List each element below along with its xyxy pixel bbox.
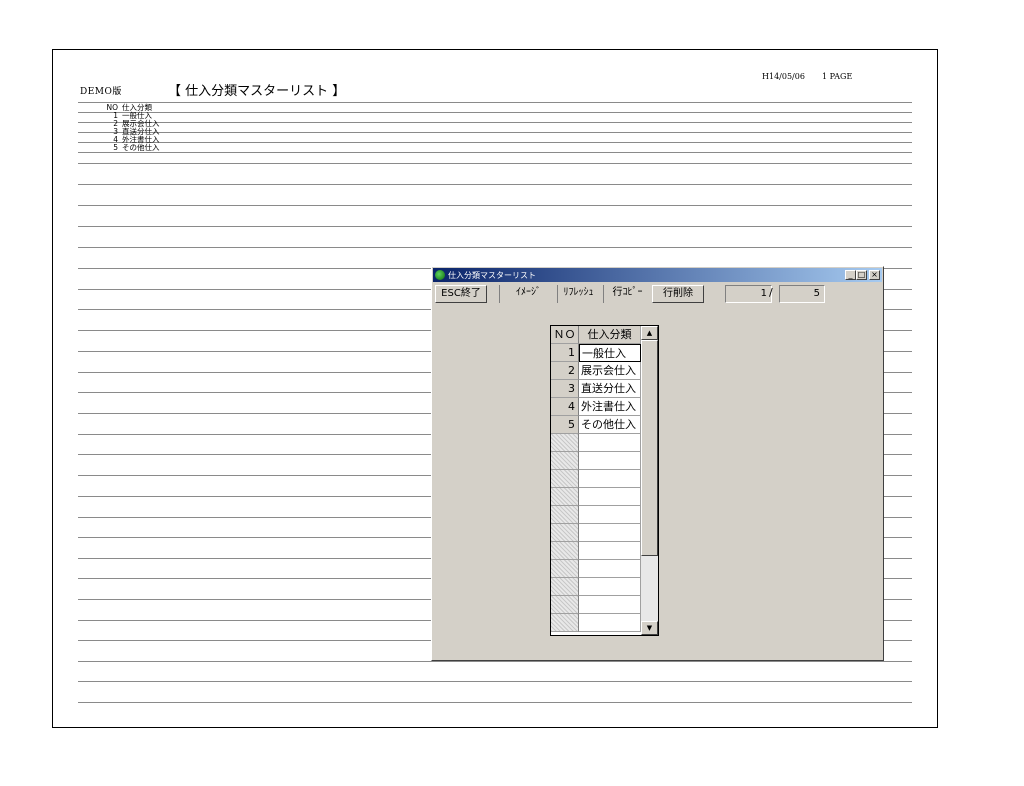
page-total-field: 5 bbox=[779, 285, 825, 303]
report-list: NO 仕入分類 1 一般仕入 2 展示会仕入 3 直送分仕入 4 外注書仕入 5 その他仕… bbox=[90, 104, 160, 152]
grid-vertical-scrollbar[interactable]: ▲ ▼ bbox=[641, 326, 658, 635]
grid-cell-no[interactable] bbox=[551, 542, 579, 560]
ruled-line bbox=[78, 702, 912, 703]
refresh-button[interactable]: ﾘﾌﾚｯｼｭ bbox=[557, 285, 599, 303]
report-row-no: 5 bbox=[113, 143, 118, 152]
page-total: 5 bbox=[813, 288, 820, 299]
grid-cell-no[interactable] bbox=[551, 578, 579, 596]
scroll-up-arrow-icon[interactable]: ▲ bbox=[641, 326, 658, 340]
grid-cell-no[interactable] bbox=[551, 506, 579, 524]
grid-row-empty[interactable] bbox=[551, 488, 641, 506]
report-row: 5 その他仕入 bbox=[90, 143, 160, 152]
copy-row-button[interactable]: 行ｺﾋﾟｰ bbox=[603, 285, 651, 303]
grid-cell-no[interactable]: 2 bbox=[551, 362, 579, 380]
ruled-line bbox=[78, 122, 912, 123]
ruled-line bbox=[78, 132, 912, 133]
ruled-line bbox=[78, 102, 912, 103]
page-current-field: 1 bbox=[725, 285, 772, 303]
grid-row-empty[interactable] bbox=[551, 524, 641, 542]
grid-cell-name[interactable]: 外注書仕入 bbox=[579, 398, 641, 416]
grid-cell-name[interactable] bbox=[579, 578, 641, 596]
scroll-thumb[interactable] bbox=[641, 340, 658, 556]
grid-cell-no[interactable]: 5 bbox=[551, 416, 579, 434]
grid-cell-no[interactable] bbox=[551, 452, 579, 470]
grid-header-no[interactable]: ＮＯ bbox=[551, 326, 579, 344]
grid-row[interactable]: 3 直送分仕入 bbox=[551, 380, 641, 398]
grid-cell-name[interactable] bbox=[579, 452, 641, 470]
grid-cell-no[interactable]: 4 bbox=[551, 398, 579, 416]
close-button[interactable]: × bbox=[869, 270, 880, 280]
scroll-down-arrow-icon[interactable]: ▼ bbox=[641, 621, 658, 635]
grid-cell-name[interactable] bbox=[579, 506, 641, 524]
grid-row-empty[interactable] bbox=[551, 560, 641, 578]
grid-cell-name[interactable] bbox=[579, 542, 641, 560]
category-grid: ＮＯ 仕入分類 1 一般仕入 2 展示会仕入 3 直送分仕入 4 外注書仕入 5… bbox=[550, 325, 659, 636]
ruled-line bbox=[78, 681, 912, 682]
grid-cell-name[interactable] bbox=[579, 470, 641, 488]
window-titlebar[interactable]: 仕入分類マスターリスト _ □ × bbox=[433, 268, 882, 282]
grid-row[interactable]: 5 その他仕入 bbox=[551, 416, 641, 434]
page-separator: / bbox=[769, 286, 773, 299]
ruled-line bbox=[78, 112, 912, 113]
grid-cell-no[interactable] bbox=[551, 524, 579, 542]
grid-cell-name[interactable] bbox=[579, 488, 641, 506]
grid-row-empty[interactable] bbox=[551, 470, 641, 488]
grid-row-empty[interactable] bbox=[551, 452, 641, 470]
grid-row-empty[interactable] bbox=[551, 614, 641, 632]
grid-cell-name[interactable]: 直送分仕入 bbox=[579, 380, 641, 398]
grid-cell-no[interactable] bbox=[551, 560, 579, 578]
grid-row-empty[interactable] bbox=[551, 578, 641, 596]
grid-cell-name[interactable] bbox=[579, 560, 641, 578]
ruled-line bbox=[78, 661, 912, 662]
grid-header-name[interactable]: 仕入分類 bbox=[579, 326, 641, 344]
grid-cell-no[interactable] bbox=[551, 596, 579, 614]
grid-row-empty[interactable] bbox=[551, 542, 641, 560]
page-current: 1 bbox=[760, 288, 767, 299]
grid-row[interactable]: 4 外注書仕入 bbox=[551, 398, 641, 416]
grid-cell-no[interactable] bbox=[551, 470, 579, 488]
esc-exit-button[interactable]: ESC終了 bbox=[435, 285, 487, 303]
ruled-line bbox=[78, 142, 912, 143]
ruled-line bbox=[78, 184, 912, 185]
grid-cell-name[interactable] bbox=[579, 596, 641, 614]
report-edition: DEMO版 bbox=[80, 87, 122, 97]
grid-cell-name[interactable] bbox=[579, 614, 641, 632]
maximize-button[interactable]: □ bbox=[856, 270, 867, 280]
window-title: 仕入分類マスターリスト bbox=[448, 271, 536, 280]
grid-row-empty[interactable] bbox=[551, 434, 641, 452]
grid-row-empty[interactable] bbox=[551, 596, 641, 614]
report-row-name: その他仕入 bbox=[122, 143, 160, 152]
delete-row-button[interactable]: 行削除 bbox=[652, 285, 704, 303]
grid-row[interactable]: 2 展示会仕入 bbox=[551, 362, 641, 380]
grid-cell-no[interactable] bbox=[551, 434, 579, 452]
grid-cell-name[interactable]: 展示会仕入 bbox=[579, 362, 641, 380]
report-page-number: 1 PAGE bbox=[822, 72, 853, 81]
ruled-line bbox=[78, 163, 912, 164]
grid-cell-no[interactable] bbox=[551, 614, 579, 632]
grid-cell-name[interactable]: その他仕入 bbox=[579, 416, 641, 434]
report-date: H14/05/06 bbox=[762, 72, 805, 81]
grid-header-row: ＮＯ 仕入分類 bbox=[551, 326, 641, 344]
grid-cell-no[interactable] bbox=[551, 488, 579, 506]
minimize-button[interactable]: _ bbox=[845, 270, 856, 280]
grid-cell-no[interactable]: 1 bbox=[551, 344, 579, 362]
grid-cell-name[interactable] bbox=[579, 434, 641, 452]
grid-cell-name[interactable]: 一般仕入 bbox=[579, 344, 641, 362]
ruled-line bbox=[78, 152, 912, 153]
toolbar: ESC終了 ｲﾒｰｼﾞ ﾘﾌﾚｯｼｭ 行ｺﾋﾟｰ 行削除 1 / 5 bbox=[433, 284, 882, 304]
ruled-line bbox=[78, 226, 912, 227]
image-button[interactable]: ｲﾒｰｼﾞ bbox=[499, 285, 557, 303]
ruled-line bbox=[78, 205, 912, 206]
report-title: 【 仕入分類マスターリスト 】 bbox=[168, 84, 346, 99]
master-list-window: 仕入分類マスターリスト _ □ × ESC終了 ｲﾒｰｼﾞ ﾘﾌﾚｯｼｭ 行ｺﾋ… bbox=[431, 266, 884, 661]
grid-row[interactable]: 1 一般仕入 bbox=[551, 344, 641, 362]
grid-row-empty[interactable] bbox=[551, 506, 641, 524]
app-icon bbox=[435, 270, 445, 280]
grid-cell-name[interactable] bbox=[579, 524, 641, 542]
ruled-line bbox=[78, 247, 912, 248]
grid-cell-no[interactable]: 3 bbox=[551, 380, 579, 398]
